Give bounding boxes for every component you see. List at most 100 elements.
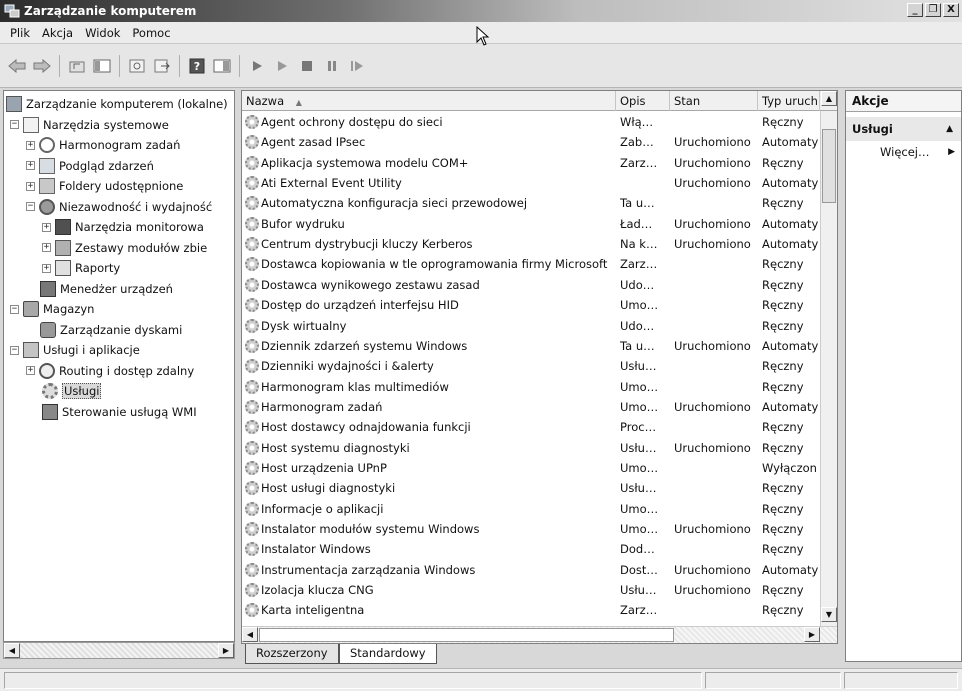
tree-item[interactable]: + Zestawy modułów zbie [42, 238, 207, 258]
scroll-left-button[interactable]: ◀ [242, 627, 258, 642]
scrollbar-thumb[interactable] [259, 628, 674, 642]
list-vertical-scrollbar[interactable]: ▲ ▼ [820, 91, 837, 626]
table-row[interactable]: Automatyczna konfiguracja sieci przewodo… [242, 193, 820, 213]
table-row[interactable]: Karta inteligentna Zarz… Ręczny [242, 600, 820, 620]
pause-service-icon[interactable] [321, 55, 343, 77]
table-row[interactable]: Dziennik zdarzeń systemu Windows Ta u… Uru… [242, 336, 820, 356]
tree-item[interactable]: Menedżer urządzeń [40, 279, 173, 299]
expand-icon[interactable]: + [42, 263, 51, 273]
start-service-alt-icon[interactable] [271, 55, 293, 77]
column-header-name[interactable]: Nazwa ▲ [242, 91, 616, 111]
collapse-icon[interactable]: − [10, 120, 19, 129]
table-row[interactable]: Instrumentacja zarządzania Windows Dost… U… [242, 560, 820, 580]
show-hide-tree-icon[interactable] [91, 55, 113, 77]
services-apps-icon [23, 342, 39, 358]
table-row[interactable]: Agent zasad IPsec Zab… Uruchomiono Automaty [242, 132, 820, 152]
collapse-icon[interactable]: − [10, 304, 19, 314]
table-row[interactable]: Centrum dystrybucji kluczy Kerberos Na k…… [242, 234, 820, 254]
table-row[interactable]: Izolacja klucza CNG Usłu… Uruchomiono Ręczn… [242, 580, 820, 600]
table-row[interactable]: Aplikacja systemowa modelu COM+ Zarz… Uruc… [242, 153, 820, 173]
export-list-icon[interactable] [151, 55, 173, 77]
table-row[interactable]: Host systemu diagnostyki Usłu… Uruchomiono… [242, 438, 820, 458]
table-row[interactable]: Ati External Event Utility Uruchomiono Aut… [242, 173, 820, 193]
expand-icon[interactable]: + [26, 140, 35, 150]
tree-item-label: Zestawy modułów zbie [75, 240, 208, 255]
actions-more-item[interactable]: Więcej… ▶ [846, 141, 961, 163]
refresh-icon[interactable] [126, 55, 148, 77]
expand-icon[interactable]: + [26, 181, 35, 191]
tree-item[interactable]: − Usługi i aplikacje [10, 340, 140, 360]
tree-item[interactable]: Usługi [42, 381, 102, 401]
table-row[interactable]: Dysk wirtualny Udo… Ręczny [242, 316, 820, 336]
console-tree[interactable]: Zarządzanie komputerem (lokalne) − Narzędz… [3, 90, 235, 642]
start-service-icon[interactable] [246, 55, 268, 77]
actions-section-services[interactable]: Usługi ▲ [846, 117, 961, 141]
stop-service-icon[interactable] [296, 55, 318, 77]
list-horizontal-scrollbar[interactable]: ◀ ▶ [242, 626, 837, 643]
expand-icon[interactable]: + [42, 222, 51, 232]
collapse-icon[interactable]: − [26, 202, 35, 211]
description-cell: Umo… [620, 501, 659, 516]
scroll-right-button[interactable]: ▶ [218, 643, 234, 658]
service-name-cell: Dostęp do urządzeń interfejsu HID [242, 295, 616, 315]
tree-item[interactable]: − Magazyn [10, 299, 94, 319]
table-row[interactable]: Instalator modułów systemu Windows Umo… Ur… [242, 519, 820, 539]
table-row[interactable]: Dostęp do urządzeń interfejsu HID Umo… Ręc… [242, 295, 820, 315]
table-row[interactable]: Dostawca wynikowego zestawu zasad Udo… Ręc… [242, 275, 820, 295]
scroll-down-button[interactable]: ▼ [821, 607, 837, 622]
table-row[interactable]: Instalator Windows Dod… Ręczny [242, 539, 820, 559]
table-row[interactable]: Bufor wydruku Ład… Uruchomiono Automaty [242, 214, 820, 234]
expand-icon[interactable]: + [42, 243, 51, 252]
tab-extended[interactable]: Rozszerzony [245, 644, 339, 664]
table-row[interactable]: Host dostawcy odnajdowania funkcji Proc… R… [242, 417, 820, 437]
tree-item[interactable]: Zarządzanie dyskami [40, 320, 182, 340]
help-icon[interactable]: ? [186, 55, 208, 77]
collapse-icon[interactable]: − [10, 345, 19, 355]
tab-standard[interactable]: Standardowy [339, 644, 437, 664]
scroll-right-button[interactable]: ▶ [804, 627, 820, 642]
table-row[interactable]: Dostawca kopiowania w tle oprogramowania… [242, 254, 820, 274]
expand-icon[interactable]: + [26, 161, 35, 170]
table-row[interactable]: Harmonogram klas multimediów Umo… Ręczny [242, 377, 820, 397]
forward-icon[interactable] [31, 55, 53, 77]
restart-service-icon[interactable] [346, 55, 368, 77]
close-button[interactable]: X [943, 3, 959, 17]
table-row[interactable]: Agent ochrony dostępu do sieci Włą… Ręczny [242, 112, 820, 132]
table-row[interactable]: Host usługi diagnostyki Usłu… Ręczny [242, 478, 820, 498]
table-row[interactable]: Dzienniki wydajności i &alerty Usłu… Ręczn… [242, 356, 820, 376]
menu-view[interactable]: Widok [79, 26, 126, 40]
tree-item[interactable]: + Foldery udostępnione [26, 176, 183, 196]
scrollbar-thumb[interactable] [822, 129, 836, 203]
tree-item[interactable]: + Routing i dostęp zdalny [26, 361, 194, 381]
collapse-icon[interactable]: ▲ [946, 117, 953, 141]
scroll-up-button[interactable]: ▲ [821, 91, 837, 106]
tree-item[interactable]: + Harmonogram zadań [26, 135, 180, 155]
table-row[interactable]: Host urządzenia UPnP Umo… Wyłączon [242, 458, 820, 478]
menu-file[interactable]: Plik [4, 26, 36, 40]
tree-item[interactable]: + Narzędzia monitorowa [42, 217, 204, 237]
column-header-status[interactable]: Stan [670, 91, 758, 111]
tree-item[interactable]: + Podgląd zdarzeń [26, 156, 154, 176]
expand-icon[interactable]: + [26, 366, 35, 375]
scroll-left-button[interactable]: ◀ [4, 643, 20, 658]
tree-item[interactable]: − Niezawodność i wydajność [26, 197, 212, 217]
table-row[interactable]: Informacje o aplikacji Umo… Ręczny [242, 499, 820, 519]
back-icon[interactable] [6, 55, 28, 77]
computer-management-icon [4, 4, 20, 18]
service-gear-icon [245, 583, 259, 598]
tree-item[interactable]: + Raporty [42, 258, 120, 278]
tree-horizontal-scrollbar[interactable]: ◀ ▶ [3, 642, 235, 659]
title-bar[interactable]: Zarządzanie komputerem _ ❐ X [0, 0, 962, 22]
menu-action[interactable]: Akcja [36, 26, 79, 40]
minimize-button[interactable]: _ [907, 3, 923, 17]
tree-item[interactable]: Zarządzanie komputerem (lokalne) [6, 94, 228, 114]
column-header-startup-type[interactable]: Typ uruch [758, 91, 820, 111]
tree-item[interactable]: Sterowanie usługą WMI [42, 402, 197, 422]
column-header-description[interactable]: Opis [616, 91, 670, 111]
menu-help[interactable]: Pomoc [126, 26, 176, 40]
table-row[interactable]: Harmonogram zadań Umo… Uruchomiono Automaty [242, 397, 820, 417]
up-folder-icon[interactable] [66, 55, 88, 77]
tree-item[interactable]: − Narzędzia systemowe [10, 115, 169, 135]
maximize-button[interactable]: ❐ [925, 3, 941, 17]
properties-pane-icon[interactable] [211, 55, 233, 77]
